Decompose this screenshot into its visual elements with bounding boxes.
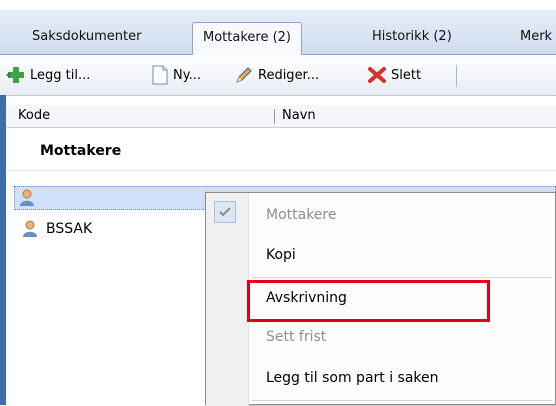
window-top-strip: [0, 0, 556, 10]
menu-gutter: [206, 193, 249, 406]
menu-separator: [252, 400, 552, 401]
highlight-box: [247, 280, 490, 322]
column-header: Kode Navn: [6, 105, 556, 128]
column-name[interactable]: Navn: [282, 105, 316, 127]
edit-label: Rediger...: [258, 67, 320, 83]
delete-label: Slett: [391, 67, 422, 83]
edit-button[interactable]: Rediger...: [234, 55, 319, 95]
person-icon: [20, 189, 34, 206]
group-divider: [6, 170, 556, 171]
toolbar: Legg til... Ny... Rediger... Slett: [0, 55, 556, 96]
row-code: BSSAK: [46, 221, 93, 237]
tab-historikk[interactable]: Historikk (2): [372, 22, 452, 54]
new-label: Ny...: [173, 67, 201, 83]
tab-merk[interactable]: Merk: [520, 22, 552, 54]
toolbar-separator: [456, 65, 457, 87]
delete-icon: [368, 67, 386, 83]
add-icon: [6, 67, 24, 83]
left-edge-bar: [0, 95, 6, 405]
menu-item-legg-til-som-part[interactable]: Legg til som part i saken: [266, 370, 439, 386]
tab-saksdokumenter[interactable]: Saksdokumenter: [32, 22, 141, 54]
new-button[interactable]: Ny...: [151, 55, 201, 95]
menu-item-mottakere[interactable]: Mottakere: [266, 207, 337, 223]
person-icon: [23, 220, 37, 237]
checkmark-icon: [214, 201, 236, 223]
new-document-icon: [152, 65, 168, 85]
table-row[interactable]: BSSAK: [22, 220, 92, 238]
column-code[interactable]: Kode: [18, 105, 50, 127]
tab-bar: Saksdokumenter Mottakere (2) Historikk (…: [0, 10, 556, 55]
group-title: Mottakere: [40, 143, 122, 159]
add-label: Legg til...: [30, 67, 91, 83]
menu-item-kopi[interactable]: Kopi: [266, 247, 296, 263]
tab-mottakere[interactable]: Mottakere (2): [192, 22, 302, 55]
pencil-icon: [236, 67, 252, 83]
menu-item-sett-frist[interactable]: Sett frist: [266, 329, 326, 345]
menu-separator: [252, 277, 552, 278]
add-button[interactable]: Legg til...: [6, 55, 90, 95]
column-separator[interactable]: [274, 109, 275, 124]
delete-button[interactable]: Slett: [367, 55, 421, 95]
